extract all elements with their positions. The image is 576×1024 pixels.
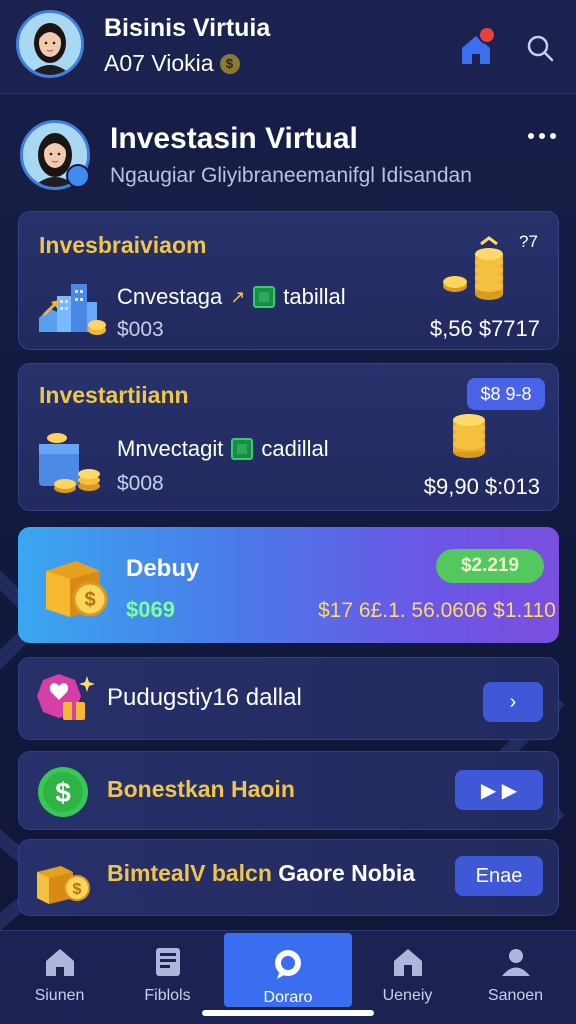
home-indicator[interactable] bbox=[202, 1010, 374, 1016]
card-title: Invesbraiviaom bbox=[39, 232, 207, 258]
user-portrait-icon bbox=[19, 13, 81, 75]
app-subtitle: A07 Viokia $ bbox=[104, 50, 240, 77]
card-label-a: Cnvestaga bbox=[117, 284, 223, 309]
chat-icon bbox=[275, 950, 301, 979]
page-title: Investasin Virtual bbox=[110, 122, 358, 155]
play-button[interactable]: ▶ ▶ bbox=[455, 770, 543, 810]
nav-label: Sanoen bbox=[487, 987, 544, 1004]
app-title: Bisinis Virtuia bbox=[104, 14, 271, 42]
house-icon bbox=[393, 949, 422, 976]
chart-icon bbox=[253, 286, 276, 308]
dot-icon bbox=[550, 133, 556, 139]
document-icon bbox=[155, 948, 180, 976]
card-amount: $003 bbox=[117, 318, 164, 341]
chart-icon bbox=[231, 438, 254, 460]
coin-icon: $ bbox=[219, 53, 240, 74]
card-label-b: tabillal bbox=[283, 284, 346, 309]
balance-title: Debuy bbox=[126, 555, 200, 582]
nav-label: Siunen bbox=[34, 987, 85, 1004]
row-label: Bonestkan Haoin bbox=[107, 776, 295, 802]
dot-icon bbox=[528, 133, 534, 139]
chevron-right-button[interactable]: › bbox=[483, 682, 543, 722]
more-options-button[interactable] bbox=[524, 124, 560, 148]
notification-dot bbox=[478, 26, 496, 44]
treasure-box-icon: $ bbox=[46, 561, 108, 617]
home-icon bbox=[45, 949, 74, 976]
card-corner-text: ?7 bbox=[519, 232, 538, 251]
top-bar: Bisinis Virtuia A07 Viokia $ bbox=[0, 0, 576, 94]
coin-stack-icon bbox=[453, 414, 485, 458]
card-label-a: Mnvectagit bbox=[117, 436, 224, 461]
row-label: BimtealV balcn Gaore Nobia bbox=[107, 860, 415, 887]
notification-home-button[interactable] bbox=[458, 26, 496, 68]
app-screen: Bisinis Virtuia A07 Viokia $ Investasin … bbox=[0, 0, 576, 1024]
card-value: $9,90 $:013 bbox=[423, 474, 540, 499]
row-label-rest: Gaore Nobia bbox=[271, 860, 416, 886]
investment-card-2[interactable]: Investartiiann Mnvectagit cadillal $008 … bbox=[18, 363, 559, 511]
investment-card-1[interactable]: Invesbraiviaom Cnvestaga ↗ tabillal $003 bbox=[18, 211, 559, 350]
featured-balance-card[interactable]: $ Debuy $069 $2.219 $17 6£.1. 56.0606 $1… bbox=[18, 527, 559, 643]
balance-change-badge: $2.219 bbox=[436, 549, 544, 583]
gold-bars-icon: $ bbox=[37, 866, 90, 904]
storage-coins-icon bbox=[39, 433, 100, 493]
page-subtitle: Ngaugiar Gliyibraneemanifgl Idisandan bbox=[110, 164, 472, 187]
user-icon bbox=[501, 949, 530, 976]
search-icon bbox=[527, 35, 554, 62]
nav-item-home[interactable]: Siunen bbox=[2, 931, 117, 1024]
card-amount: $008 bbox=[117, 472, 164, 495]
card-label: Mnvectagit cadillal bbox=[117, 436, 329, 462]
svg-text:$: $ bbox=[73, 881, 82, 898]
action-row-1[interactable]: Pudugstiy16 dallal › bbox=[18, 657, 559, 740]
action-row-2[interactable]: $ Bonestkan Haoin ▶ ▶ bbox=[18, 751, 559, 830]
row-label-highlight: BimtealV balcn bbox=[107, 860, 272, 886]
action-row-3[interactable]: $ BimtealV balcn Gaore Nobia Enae bbox=[18, 839, 559, 916]
dollar-coin-icon: $ bbox=[38, 767, 88, 817]
gift-heart-icon bbox=[37, 674, 95, 720]
balance-amount: $069 bbox=[126, 597, 175, 622]
verified-badge-icon bbox=[66, 164, 90, 188]
search-button[interactable] bbox=[524, 32, 556, 64]
balance-values: $17 6£.1. 56.0606 $1.110 bbox=[318, 599, 556, 622]
avatar[interactable] bbox=[16, 10, 84, 78]
nav-item-chat[interactable]: Doraro bbox=[224, 933, 352, 1007]
card-label-b: cadillal bbox=[261, 436, 329, 461]
dot-icon bbox=[539, 133, 545, 139]
nav-item-profile[interactable]: Sanoen bbox=[458, 931, 573, 1024]
nav-label: Fiblols bbox=[144, 987, 191, 1004]
arrow-icon: ↗ bbox=[230, 286, 246, 307]
card-value: $,56 $7717 bbox=[429, 316, 540, 341]
nav-label: Doraro bbox=[263, 989, 313, 1006]
enter-button[interactable]: Enae bbox=[455, 856, 543, 896]
buildings-icon bbox=[39, 284, 106, 335]
app-subtitle-text: A07 Viokia bbox=[104, 50, 214, 76]
row-label: Pudugstiy16 dallal bbox=[107, 684, 302, 711]
card-title: Investartiiann bbox=[39, 382, 189, 408]
nav-label: Ueneiy bbox=[382, 987, 433, 1004]
coin-stack-icon bbox=[443, 236, 503, 300]
svg-text:$: $ bbox=[84, 589, 95, 611]
svg-text:$: $ bbox=[55, 777, 71, 808]
card-label: Cnvestaga ↗ tabillal bbox=[117, 284, 346, 310]
